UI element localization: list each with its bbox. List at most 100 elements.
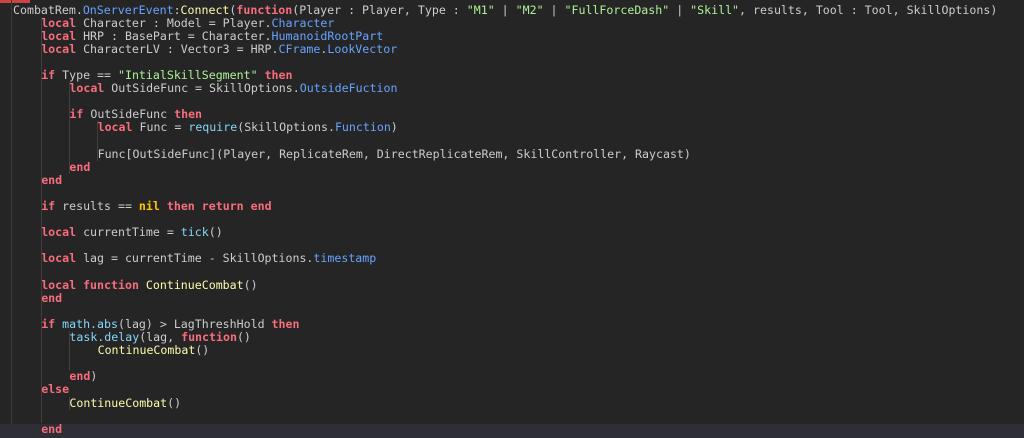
- code-token: (): [236, 330, 251, 344]
- code-line[interactable]: local Character : Model = Player.Charact…: [41, 15, 335, 30]
- code-token: local: [97, 120, 133, 135]
- code-line[interactable]: local OutSideFunc = SkillOptions.Outside…: [69, 82, 397, 95]
- code-token: (SkillOptions.: [237, 120, 335, 135]
- code-token: results ==: [55, 199, 139, 213]
- code-token: if: [41, 199, 56, 213]
- code-token: (): [167, 395, 182, 410]
- code-editor[interactable]: CombatRem.OnServerEvent:Connect(function…: [0, 0, 1024, 438]
- code-line[interactable]: task.delay(lag, function(): [69, 331, 251, 344]
- code-token: local: [69, 81, 105, 96]
- indent-guide: [69, 82, 71, 174]
- code-token: then: [264, 68, 293, 82]
- code-token: function: [236, 2, 293, 17]
- code-token: local: [41, 251, 77, 266]
- code-token: OutsideFuction: [299, 81, 398, 96]
- code-token: CharacterLV : Vector3 = HRP.: [76, 41, 279, 56]
- code-line[interactable]: end: [41, 290, 63, 305]
- code-token: function: [181, 330, 237, 344]
- code-token: LookVector: [327, 41, 398, 56]
- code-line[interactable]: ContinueCombat(): [69, 395, 182, 410]
- code-token: nil: [138, 199, 160, 213]
- indent-guide: [41, 16, 42, 423]
- gutter-indent-guide: [11, 0, 12, 438]
- code-token: function: [83, 277, 139, 292]
- code-line[interactable]: end: [41, 172, 63, 187]
- indent-guide: [97, 121, 99, 161]
- code-line[interactable]: Func[OutSideFunc](Player, ReplicateRem, …: [97, 146, 691, 161]
- code-token: |: [543, 2, 565, 17]
- code-token: end: [250, 199, 272, 213]
- code-token: end: [41, 421, 63, 436]
- code-line[interactable]: end: [41, 421, 63, 436]
- code-token: tick: [180, 225, 209, 240]
- code-line[interactable]: end: [69, 159, 91, 174]
- code-token: ): [390, 120, 398, 135]
- code-line[interactable]: if Type == "IntialSkillSegment" then: [41, 69, 292, 82]
- code-token: Type ==: [55, 68, 118, 82]
- code-token: :: [173, 2, 181, 17]
- code-token: if: [69, 107, 84, 122]
- code-line[interactable]: local currentTime = tick(): [41, 226, 223, 239]
- code-line[interactable]: local function ContinueCombat(): [41, 277, 258, 292]
- code-token: end: [69, 159, 91, 174]
- code-token: Character: [271, 15, 335, 30]
- code-token: (lag) > LagThreshHold: [117, 316, 272, 331]
- code-token: require: [188, 120, 238, 135]
- code-token: Func =: [132, 120, 189, 135]
- code-token: "IntialSkillSegment": [117, 68, 258, 82]
- code-token: return: [201, 199, 244, 213]
- code-token: ContinueCombat: [97, 343, 196, 358]
- code-token: "Skill": [690, 2, 740, 17]
- code-token: (lag,: [139, 330, 182, 344]
- code-line[interactable]: if OutSideFunc then: [69, 108, 202, 121]
- code-token: local: [41, 225, 77, 240]
- code-line[interactable]: else: [41, 383, 69, 396]
- code-token: Func[OutSideFunc](Player, ReplicateRem, …: [97, 146, 691, 161]
- code-line[interactable]: if math.abs(lag) > LagThreshHold then: [41, 316, 300, 331]
- code-line[interactable]: local CharacterLV : Vector3 = HRP.CFrame…: [41, 41, 398, 56]
- code-token: |: [669, 2, 691, 17]
- code-line[interactable]: CombatRem.OnServerEvent:Connect(function…: [13, 2, 997, 17]
- code-line[interactable]: end): [69, 370, 97, 383]
- code-token: then: [174, 107, 203, 122]
- code-token: lag = currentTime - SkillOptions.: [76, 251, 314, 266]
- code-token: Character : Model = Player.: [76, 15, 272, 30]
- code-token: |: [494, 2, 516, 17]
- code-token: Function: [334, 120, 391, 135]
- code-token: (): [208, 225, 223, 240]
- indent-guide: [69, 396, 71, 410]
- code-token: "M2": [515, 2, 544, 17]
- code-token: task.delay: [69, 330, 140, 344]
- code-token: OnServerEvent: [82, 2, 174, 17]
- code-token: OutSideFunc: [83, 107, 175, 122]
- code-line[interactable]: local Func = require(SkillOptions.Functi…: [98, 121, 398, 134]
- code-token: ContinueCombat: [145, 277, 244, 292]
- code-token: timestamp: [313, 251, 377, 266]
- code-token: "FullForceDash": [564, 2, 670, 17]
- code-token: OutSideFunc = SkillOptions.: [104, 81, 300, 96]
- code-token: HRP : BasePart = Character.: [76, 28, 272, 43]
- code-token: (Player : Player, Type :: [292, 2, 467, 17]
- code-token: end: [41, 172, 63, 187]
- code-line[interactable]: if results == nil then return end: [41, 200, 271, 213]
- code-line[interactable]: local HRP : BasePart = Character.Humanoi…: [41, 28, 383, 43]
- code-token: math.abs: [62, 316, 118, 331]
- code-token: local: [41, 28, 77, 43]
- code-line[interactable]: ContinueCombat(): [98, 344, 210, 357]
- code-token: ContinueCombat: [69, 395, 168, 410]
- code-token: end: [41, 290, 63, 305]
- code-token: (): [243, 277, 258, 292]
- code-token: then: [271, 316, 300, 331]
- code-token: else: [41, 382, 70, 397]
- code-token: if: [41, 316, 56, 331]
- code-line[interactable]: local lag = currentTime - SkillOptions.t…: [41, 252, 376, 265]
- code-token: local: [41, 41, 77, 56]
- code-token: local: [41, 15, 77, 30]
- code-token: then: [166, 199, 195, 213]
- code-token: CombatRem.: [13, 2, 83, 17]
